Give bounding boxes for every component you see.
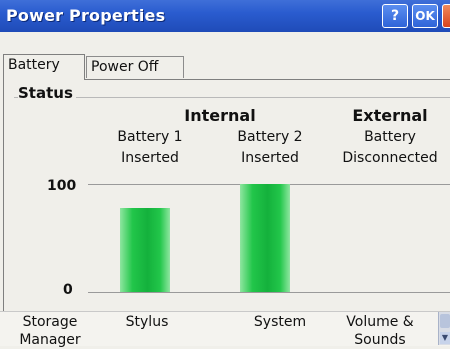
title-bar: Power Properties ? OK × <box>0 0 450 32</box>
applet-stylus-label: Stylus <box>125 314 169 330</box>
external-battery-state: Disconnected <box>342 150 438 166</box>
applet-volume-sounds-label: Volume & Sounds <box>346 314 414 348</box>
tab-power-off[interactable]: Power Off <box>86 56 184 78</box>
applet-stylus[interactable]: Stylus <box>112 313 182 331</box>
tab-battery-label: Battery <box>8 57 60 73</box>
battery1-level-bar <box>120 208 170 292</box>
applet-storage-manager-label: Storage Manager <box>19 314 81 348</box>
tab-battery[interactable]: Battery <box>3 54 85 80</box>
axis-max-label: 100 <box>47 178 77 194</box>
window-title: Power Properties <box>6 6 166 25</box>
external-header: External <box>352 106 428 125</box>
status-group-border <box>14 97 450 98</box>
battery1-state: Inserted <box>121 150 179 166</box>
battery2-name: Battery 2 <box>237 129 303 145</box>
battery2-state: Inserted <box>241 150 299 166</box>
applet-storage-manager[interactable]: Storage Manager <box>10 313 90 349</box>
help-button[interactable]: ? <box>382 4 408 28</box>
external-battery-name: Battery <box>364 129 416 145</box>
status-group-label: Status <box>18 84 76 102</box>
applet-scrollbar[interactable]: ▼ <box>438 312 450 345</box>
axis-min-line <box>88 292 450 293</box>
close-button[interactable]: × <box>442 4 450 28</box>
applet-volume-sounds[interactable]: Volume & Sounds <box>330 313 430 349</box>
tab-power-off-label: Power Off <box>91 59 159 75</box>
battery2-level-bar <box>240 184 290 292</box>
scroll-down-arrow-icon[interactable]: ▼ <box>440 332 450 344</box>
axis-min-label: 0 <box>63 282 73 298</box>
applet-system[interactable]: System <box>240 313 320 331</box>
internal-header: Internal <box>184 106 256 125</box>
scrollbar-thumb[interactable] <box>440 314 450 328</box>
applet-system-label: System <box>253 314 307 330</box>
ok-button[interactable]: OK <box>412 4 438 28</box>
battery1-name: Battery 1 <box>117 129 183 145</box>
